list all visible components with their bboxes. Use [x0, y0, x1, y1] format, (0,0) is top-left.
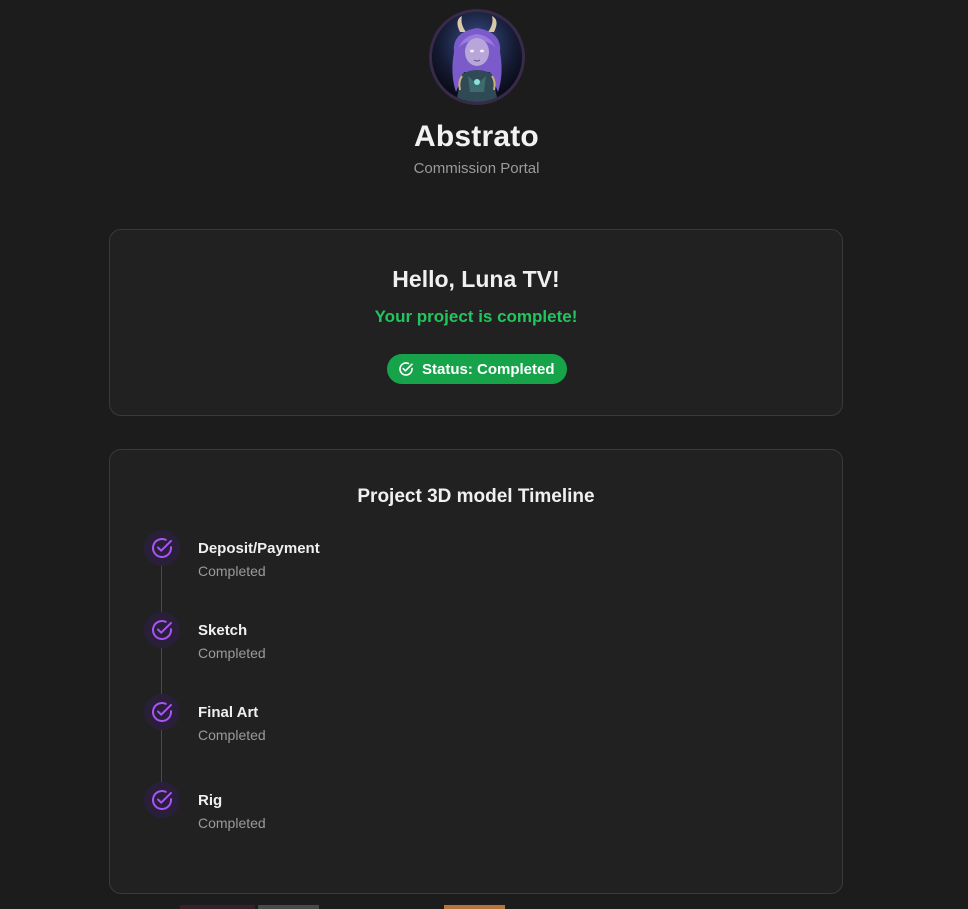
timeline-step: Deposit/Payment Completed	[144, 530, 544, 580]
gallery-preview-edge	[258, 905, 319, 909]
timeline-step-status: Completed	[198, 815, 266, 831]
status-badge-label: Status: Completed	[422, 360, 555, 378]
timeline-step: Sketch Completed	[144, 612, 544, 662]
timeline-step-label: Deposit/Payment	[198, 540, 320, 557]
timeline-step-status: Completed	[198, 727, 266, 743]
gallery-preview-edge	[444, 905, 505, 909]
completion-message: Your project is complete!	[374, 307, 578, 326]
timeline-step: Rig Completed	[144, 782, 544, 832]
timeline-step: Final Art Completed	[144, 694, 544, 744]
brand-name: Abstrato	[414, 120, 539, 153]
check-circle-icon	[144, 612, 180, 648]
timeline-step-label: Final Art	[198, 704, 259, 721]
artist-avatar	[429, 9, 525, 105]
timeline-step-label: Rig	[198, 792, 223, 809]
status-badge: Status: Completed	[387, 354, 567, 384]
commission-portal-page: Abstrato Commission Portal Hello, Luna T…	[0, 0, 968, 909]
timeline-card: Project 3D model Timeline Deposit/Paymen…	[109, 449, 843, 894]
timeline-step-status: Completed	[198, 645, 266, 661]
brand-subtitle: Commission Portal	[413, 160, 540, 177]
check-circle-icon	[398, 361, 414, 377]
timeline-step-status: Completed	[198, 563, 266, 579]
check-circle-icon	[144, 530, 180, 566]
check-circle-icon	[144, 694, 180, 730]
check-circle-icon	[144, 782, 180, 818]
greeting-card: Hello, Luna TV! Your project is complete…	[109, 229, 843, 416]
gallery-preview-edge	[180, 905, 255, 909]
timeline-step-label: Sketch	[198, 622, 248, 639]
greeting-title: Hello, Luna TV!	[392, 266, 560, 292]
timeline-title: Project 3D model Timeline	[357, 486, 595, 507]
character-avatar-icon	[432, 12, 522, 102]
timeline-connector	[161, 550, 162, 800]
